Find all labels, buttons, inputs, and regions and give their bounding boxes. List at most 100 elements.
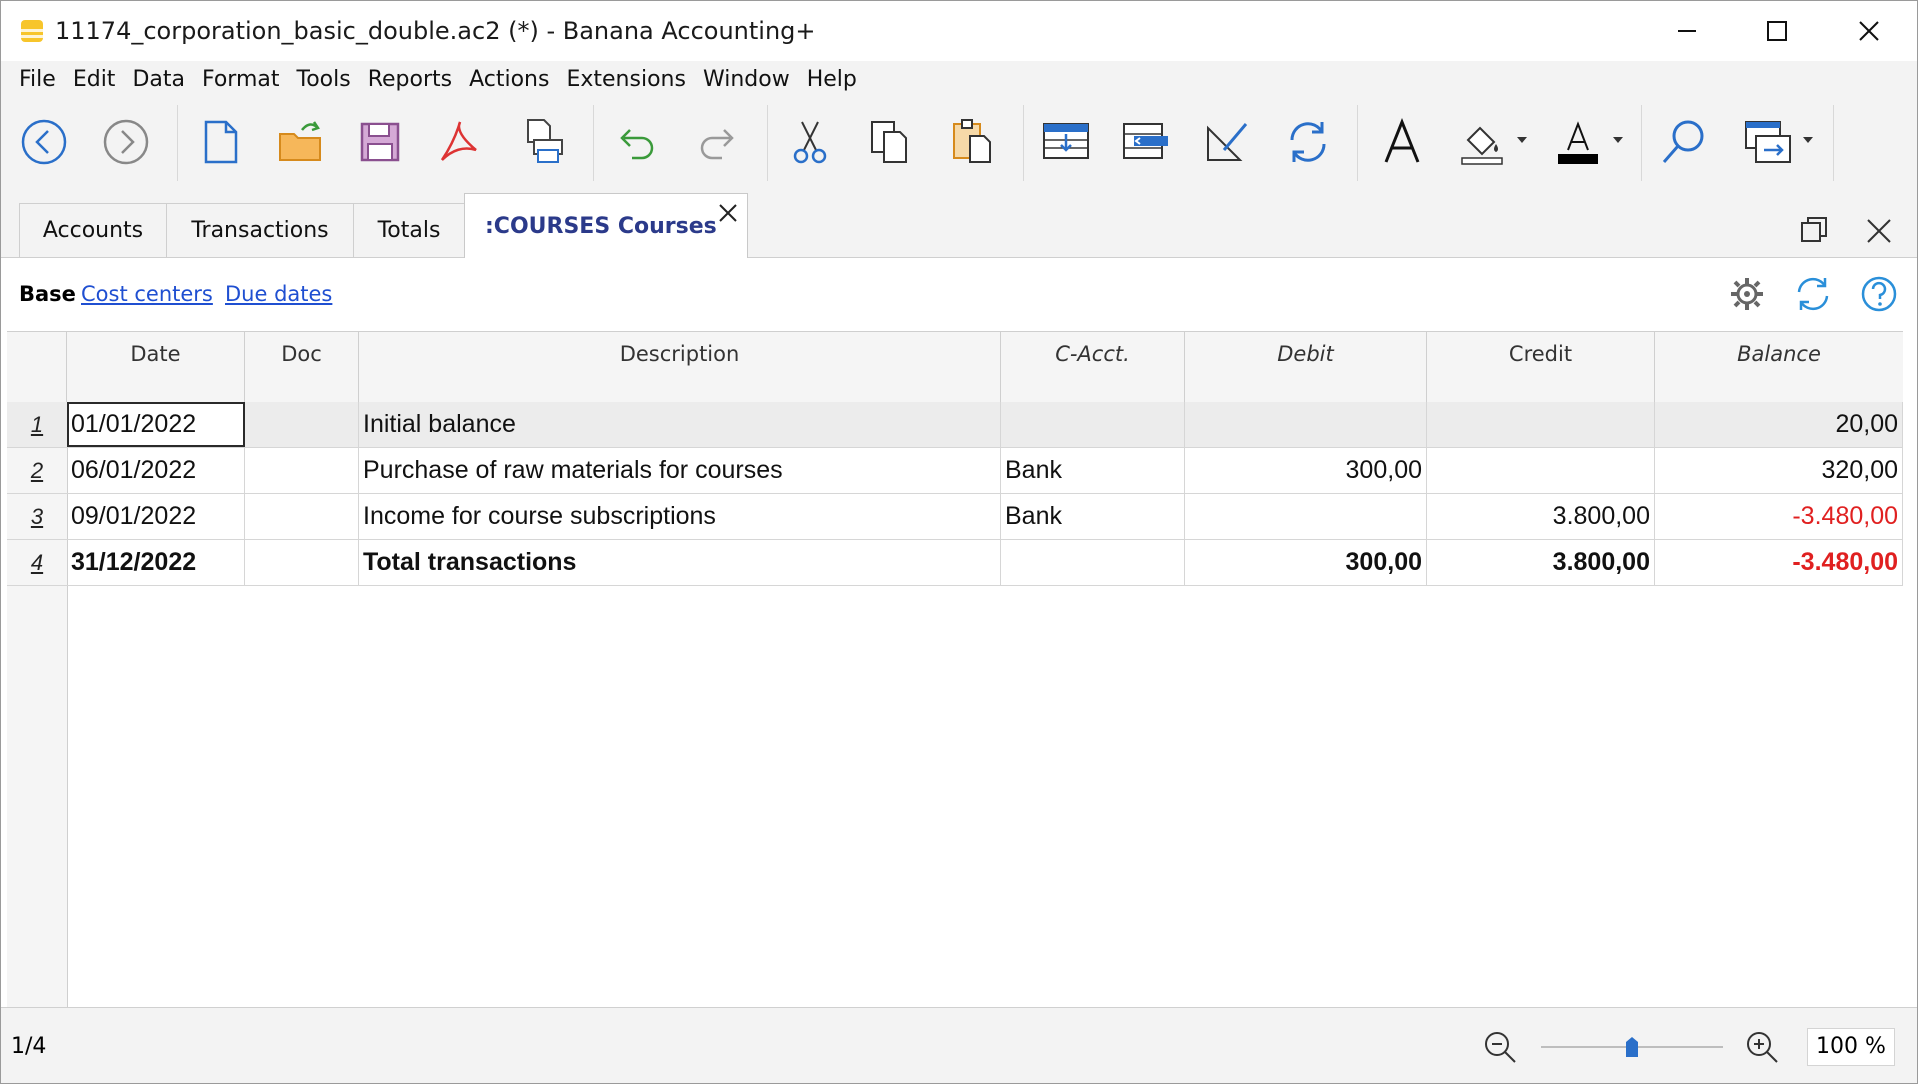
open-file-button[interactable] [271, 113, 329, 171]
header-cacct[interactable]: C-Acct. [1001, 332, 1185, 402]
print-button[interactable] [513, 113, 571, 171]
row-number[interactable]: 1 [7, 402, 67, 448]
cell-balance[interactable]: 320,00 [1655, 448, 1903, 493]
maximize-button[interactable] [1731, 1, 1823, 61]
table-row[interactable]: 1 01/01/2022 Initial balance 20,00 [7, 402, 1903, 448]
menu-actions[interactable]: Actions [461, 61, 557, 99]
cell-description[interactable]: Initial balance [359, 402, 1001, 447]
view-base[interactable]: Base [19, 282, 76, 306]
cell-date[interactable]: 31/12/2022 [67, 540, 245, 585]
cell-cacct[interactable] [1001, 540, 1185, 585]
header-date[interactable]: Date [67, 332, 245, 402]
toolbar-separator [767, 105, 768, 181]
zoom-out-icon[interactable] [1483, 1030, 1517, 1064]
row-number[interactable]: 3 [7, 494, 67, 540]
tab-label: :COURSES Courses [485, 213, 717, 239]
menu-format[interactable]: Format [194, 61, 288, 99]
forward-button[interactable] [97, 113, 155, 171]
copy-button[interactable] [861, 113, 919, 171]
refresh-icon[interactable] [1793, 274, 1833, 314]
cell-doc[interactable] [245, 402, 359, 447]
menu-window[interactable]: Window [695, 61, 798, 99]
cell-debit[interactable] [1185, 494, 1427, 539]
tab-strip: Accounts Transactions Totals :COURSES Co… [1, 185, 1917, 258]
save-button[interactable] [351, 113, 409, 171]
tab-courses[interactable]: :COURSES Courses [464, 193, 748, 258]
tab-transactions[interactable]: Transactions [166, 203, 354, 257]
cell-debit[interactable]: 300,00 [1185, 448, 1427, 493]
restore-pane-icon[interactable] [1799, 215, 1829, 245]
table-row[interactable]: 3 09/01/2022 Income for course subscript… [7, 494, 1903, 540]
view-cost-centers-link[interactable]: Cost centers [81, 282, 213, 306]
fill-color-dropdown[interactable] [1517, 137, 1527, 143]
recalculate-button[interactable] [1279, 113, 1337, 171]
back-button[interactable] [15, 113, 73, 171]
menu-data[interactable]: Data [124, 61, 193, 99]
table-row[interactable]: 2 06/01/2022 Purchase of raw materials f… [7, 448, 1903, 494]
cut-button[interactable] [781, 113, 839, 171]
cell-debit[interactable] [1185, 402, 1427, 447]
minimize-button[interactable] [1641, 1, 1733, 61]
cell-credit[interactable]: 3.800,00 [1427, 494, 1655, 539]
paste-button[interactable] [943, 113, 1001, 171]
header-debit[interactable]: Debit [1185, 332, 1427, 402]
table-row-total[interactable]: 4 31/12/2022 Total transactions 300,00 3… [7, 540, 1903, 586]
cell-cacct[interactable]: Bank [1001, 494, 1185, 539]
help-icon[interactable] [1859, 274, 1899, 314]
zoom-slider-thumb[interactable] [1625, 1036, 1639, 1058]
header-balance[interactable]: Balance [1655, 332, 1903, 402]
text-color-dropdown[interactable] [1613, 137, 1623, 143]
row-number[interactable]: 2 [7, 448, 67, 494]
gear-icon[interactable] [1727, 274, 1767, 314]
cell-doc[interactable] [245, 494, 359, 539]
zoom-level-field[interactable]: 100 % [1807, 1028, 1895, 1066]
find-button[interactable] [1655, 113, 1713, 171]
insert-rows-button[interactable] [1037, 113, 1095, 171]
close-pane-icon[interactable] [1865, 217, 1893, 245]
cell-credit[interactable] [1427, 448, 1655, 493]
cell-doc[interactable] [245, 540, 359, 585]
cell-date[interactable]: 09/01/2022 [67, 494, 245, 539]
cell-credit[interactable] [1427, 402, 1655, 447]
header-credit[interactable]: Credit [1427, 332, 1655, 402]
cell-cacct[interactable] [1001, 402, 1185, 447]
cell-debit[interactable]: 300,00 [1185, 540, 1427, 585]
cell-balance[interactable]: 20,00 [1655, 402, 1903, 447]
edit-format-button[interactable] [1199, 113, 1257, 171]
export-pdf-button[interactable] [431, 113, 489, 171]
font-button[interactable] [1373, 113, 1431, 171]
menu-extensions[interactable]: Extensions [558, 61, 693, 99]
header-doc[interactable]: Doc [245, 332, 359, 402]
cell-date[interactable]: 06/01/2022 [67, 448, 245, 493]
undo-button[interactable] [607, 113, 665, 171]
cell-date[interactable]: 01/01/2022 [67, 402, 245, 447]
fill-color-button[interactable] [1453, 113, 1511, 171]
text-color-button[interactable] [1549, 113, 1607, 171]
window-switch-dropdown[interactable] [1803, 137, 1813, 143]
menu-edit[interactable]: Edit [65, 61, 124, 99]
cell-credit[interactable]: 3.800,00 [1427, 540, 1655, 585]
cell-balance[interactable]: -3.480,00 [1655, 540, 1903, 585]
tab-totals[interactable]: Totals [353, 203, 465, 257]
redo-button[interactable] [689, 113, 747, 171]
header-description[interactable]: Description [359, 332, 1001, 402]
row-number[interactable]: 4 [7, 540, 67, 586]
zoom-in-icon[interactable] [1745, 1030, 1779, 1064]
menu-help[interactable]: Help [799, 61, 865, 99]
new-file-button[interactable] [191, 113, 249, 171]
menu-tools[interactable]: Tools [289, 61, 359, 99]
close-tab-icon[interactable] [717, 202, 739, 224]
menu-reports[interactable]: Reports [360, 61, 460, 99]
cell-doc[interactable] [245, 448, 359, 493]
view-due-dates-link[interactable]: Due dates [225, 282, 332, 306]
move-rows-button[interactable] [1117, 113, 1175, 171]
menu-file[interactable]: File [11, 61, 64, 99]
cell-cacct[interactable]: Bank [1001, 448, 1185, 493]
tab-accounts[interactable]: Accounts [19, 203, 167, 257]
cell-description[interactable]: Purchase of raw materials for courses [359, 448, 1001, 493]
cell-description[interactable]: Total transactions [359, 540, 1001, 585]
cell-balance[interactable]: -3.480,00 [1655, 494, 1903, 539]
close-window-button[interactable] [1823, 1, 1915, 61]
cell-description[interactable]: Income for course subscriptions [359, 494, 1001, 539]
window-switch-button[interactable] [1739, 113, 1797, 171]
